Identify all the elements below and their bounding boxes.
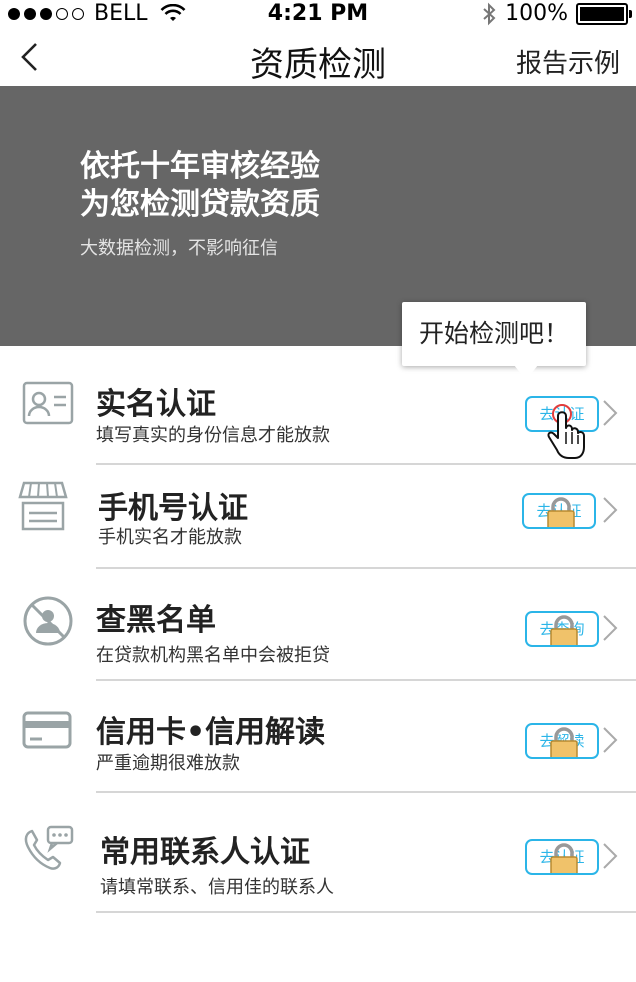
credit-card-icon: [22, 711, 72, 749]
item-desc: 请填常联系、信用佳的联系人: [100, 877, 334, 898]
id-card-icon: [22, 381, 74, 425]
banner-headline-line-2: 为您检测贷款资质: [80, 187, 320, 222]
report-example-link[interactable]: 报告示例: [516, 43, 620, 80]
item-desc: 填写真实的身份信息才能放款: [96, 425, 330, 446]
query-button[interactable]: 去查询: [525, 611, 599, 647]
item-desc: 在贷款机构黑名单中会被拒贷: [96, 645, 330, 666]
chevron-right-icon[interactable]: [598, 613, 622, 643]
verify-button[interactable]: 去认证: [525, 839, 599, 875]
list-item-contacts[interactable]: 常用联系人认证 请填常联系、信用佳的联系人 去认证: [0, 793, 636, 913]
chevron-right-icon[interactable]: [598, 495, 622, 525]
status-bar: BELL 4:21 PM 100%: [0, 0, 636, 30]
item-desc: 手机实名才能放款: [98, 527, 242, 548]
lock-icon: [550, 727, 578, 757]
tooltip-tail: [514, 365, 538, 380]
nav-bar: 资质检测 报告示例: [0, 30, 636, 86]
start-tooltip: 开始检测吧！: [402, 302, 586, 380]
lock-icon: [547, 497, 575, 527]
banner-headline: 依托十年审核经验 为您检测贷款资质: [80, 148, 320, 224]
blacklist-icon: [23, 596, 73, 646]
row-divider: [96, 911, 636, 913]
lock-icon: [550, 843, 578, 873]
banner-subtitle: 大数据检测，不影响征信: [80, 238, 278, 259]
chevron-right-icon[interactable]: [598, 725, 622, 755]
item-title: 手机号认证: [98, 491, 248, 526]
interpret-button[interactable]: 去解读: [525, 723, 599, 759]
tooltip-text: 开始检测吧！: [418, 319, 569, 348]
item-desc: 严重逾期很难放款: [96, 753, 240, 774]
chevron-right-icon[interactable]: [598, 841, 622, 871]
item-title: 实名认证: [96, 387, 216, 422]
list-item-phone[interactable]: 手机号认证 手机实名才能放款 去认证: [0, 465, 636, 569]
tap-hand-icon: [547, 404, 585, 459]
phone-chat-icon: [24, 825, 74, 870]
list-item-realname[interactable]: 实名认证 填写真实的身份信息才能放款 去认证: [0, 355, 636, 465]
bluetooth-icon: [483, 2, 496, 25]
battery-percent: 100%: [505, 1, 568, 26]
item-title: 信用卡•信用解读: [96, 715, 326, 750]
battery-icon: [576, 2, 632, 25]
chevron-right-icon[interactable]: [598, 398, 622, 428]
item-title: 查黑名单: [96, 603, 216, 638]
lock-icon: [550, 615, 578, 645]
list-item-blacklist[interactable]: 查黑名单 在贷款机构黑名单中会被拒贷 去查询: [0, 569, 636, 681]
list-item-credit-card[interactable]: 信用卡•信用解读 严重逾期很难放款 去解读: [0, 681, 636, 793]
verify-button[interactable]: 去认证: [522, 493, 596, 529]
store-icon: [18, 481, 68, 531]
item-title: 常用联系人认证: [100, 835, 310, 870]
banner-headline-line-1: 依托十年审核经验: [80, 149, 320, 184]
